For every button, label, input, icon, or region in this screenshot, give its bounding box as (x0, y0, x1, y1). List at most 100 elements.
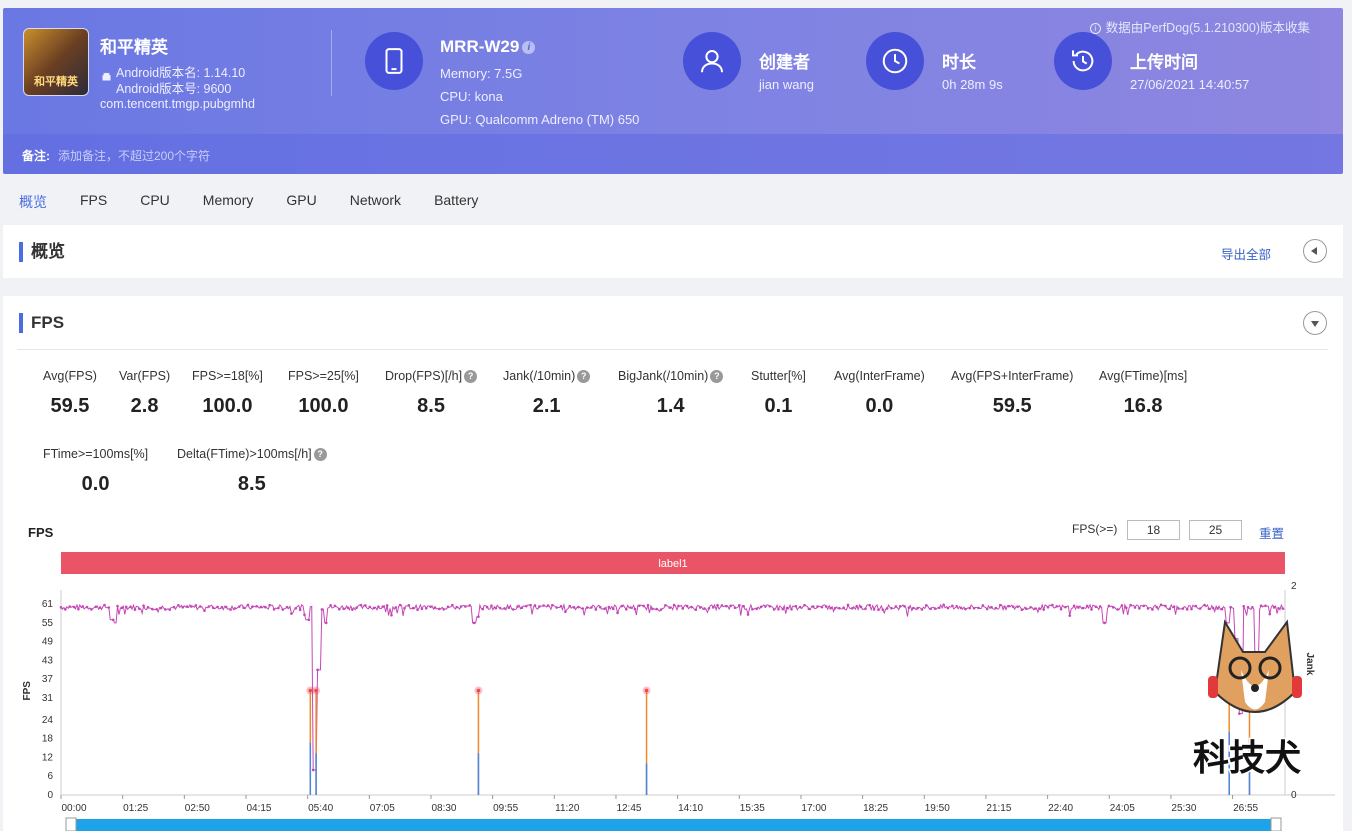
export-all-link[interactable]: 导出全部 (1221, 244, 1271, 263)
fps-point (403, 606, 406, 610)
note-field[interactable]: 备注: 添加备注，不超过200个字符 (3, 134, 1343, 174)
fps-point (1251, 605, 1254, 609)
fps-point (677, 604, 680, 608)
fps-point (1077, 606, 1080, 609)
fps-point (398, 603, 402, 607)
fps-point (690, 605, 693, 609)
fps-point (1159, 603, 1163, 607)
fps-point (620, 604, 624, 608)
help-icon[interactable]: ? (710, 370, 724, 384)
android-icon (102, 72, 111, 81)
fps-point (385, 604, 389, 607)
chart-label: FPS (28, 525, 54, 540)
fps-point (633, 607, 637, 611)
fps-point (564, 610, 567, 614)
fps-point (1029, 605, 1032, 609)
fps-point (711, 606, 715, 609)
tab-overview[interactable]: 概览 (19, 192, 47, 212)
fps-point (938, 606, 941, 610)
app-name: 和平精英 (100, 38, 168, 57)
user-icon (683, 32, 741, 90)
overview-panel: 概览 导出全部 (3, 225, 1343, 278)
headphone-right (1292, 676, 1302, 698)
fps-point (377, 605, 380, 608)
fps-point (472, 621, 476, 625)
metric-value: 100.0 (202, 395, 253, 417)
fps-point (594, 608, 598, 611)
fps-point (1198, 607, 1202, 610)
fps-point (451, 603, 454, 607)
fps-point (207, 605, 211, 608)
fps-point (642, 604, 645, 608)
fps-panel: FPS Avg(FPS) 59.5 Var(FPS) 2.8 FPS>=18[%… (3, 296, 1343, 831)
metric-fps-18: FPS>=18[%] 100.0 (192, 369, 263, 418)
fps-point (324, 621, 328, 625)
fps-point (698, 606, 702, 609)
metric-value: 2.1 (532, 395, 561, 418)
help-icon[interactable]: ? (313, 448, 327, 462)
x-tick-label: 04:15 (246, 803, 271, 814)
fps-point (498, 606, 502, 610)
fps-point (442, 607, 445, 611)
fps-point (777, 607, 780, 611)
fps-point (738, 604, 741, 607)
fps-point (807, 607, 811, 611)
fps-point (1085, 604, 1089, 608)
range-slider-left-handle (65, 817, 77, 831)
fps-point (77, 607, 80, 611)
x-tick-label: 22:40 (1048, 803, 1073, 814)
tab-network[interactable]: Network (350, 192, 401, 212)
fps-point (842, 606, 845, 609)
tab-gpu[interactable]: GPU (286, 192, 316, 212)
fps-point (1090, 608, 1093, 611)
fps-point (1107, 604, 1111, 608)
fps-point (559, 604, 563, 608)
fps-point (146, 606, 150, 609)
metric-label: BigJank(/10min)? (618, 369, 724, 384)
collapse-fps-button[interactable] (1303, 311, 1327, 335)
fps-point (311, 768, 315, 772)
fps-point (420, 607, 424, 611)
fps-point (864, 607, 867, 611)
reset-link[interactable]: 重置 (1259, 523, 1284, 542)
fps-point (933, 607, 937, 610)
fps-point (581, 607, 585, 610)
device-info-icon[interactable]: i (522, 41, 536, 55)
metric-label: Drop(FPS)[/h]? (385, 369, 478, 384)
tab-cpu[interactable]: CPU (140, 192, 170, 212)
collapse-overview-button[interactable] (1303, 239, 1327, 263)
tab-battery[interactable]: Battery (434, 192, 478, 212)
fps-point (524, 604, 528, 608)
fps-threshold-1-input[interactable] (1127, 520, 1180, 540)
fps-point (1211, 606, 1215, 610)
help-icon[interactable]: ? (577, 370, 591, 384)
y-tick-label: 31 (42, 693, 54, 704)
metric-drop-fps: Drop(FPS)[/h]? 8.5 (385, 369, 478, 418)
fps-point (516, 605, 519, 608)
fps-threshold-2-input[interactable] (1189, 520, 1242, 540)
fps-point (298, 608, 302, 612)
fps-point (537, 605, 541, 608)
help-icon[interactable]: ? (464, 370, 478, 384)
fps-point (1185, 608, 1189, 611)
fps-point (220, 605, 224, 609)
y-tick-label: 0 (47, 790, 53, 801)
fps-point (659, 608, 663, 611)
app-package: com.tencent.tmgp.pubgmhd (100, 97, 255, 111)
tab-memory[interactable]: Memory (203, 192, 254, 212)
fps-point (798, 605, 802, 609)
tab-fps[interactable]: FPS (80, 192, 107, 212)
duration-title: 时长 (942, 53, 976, 72)
fps-point (216, 605, 219, 609)
fps-point (103, 603, 106, 607)
x-tick-label: 25:30 (1171, 803, 1196, 814)
range-slider-right-handle (1270, 817, 1282, 831)
watermark-text: 科技犬 (1193, 737, 1301, 778)
x-tick-label: 24:05 (1110, 803, 1135, 814)
fps-point (751, 607, 754, 611)
headphone-left (1208, 676, 1218, 698)
fps-point (351, 608, 354, 611)
fps-point (629, 606, 632, 609)
fps-point (1094, 605, 1098, 609)
fps-chart[interactable]: label106121824313743495561012FPSJank00:0… (3, 552, 1343, 831)
